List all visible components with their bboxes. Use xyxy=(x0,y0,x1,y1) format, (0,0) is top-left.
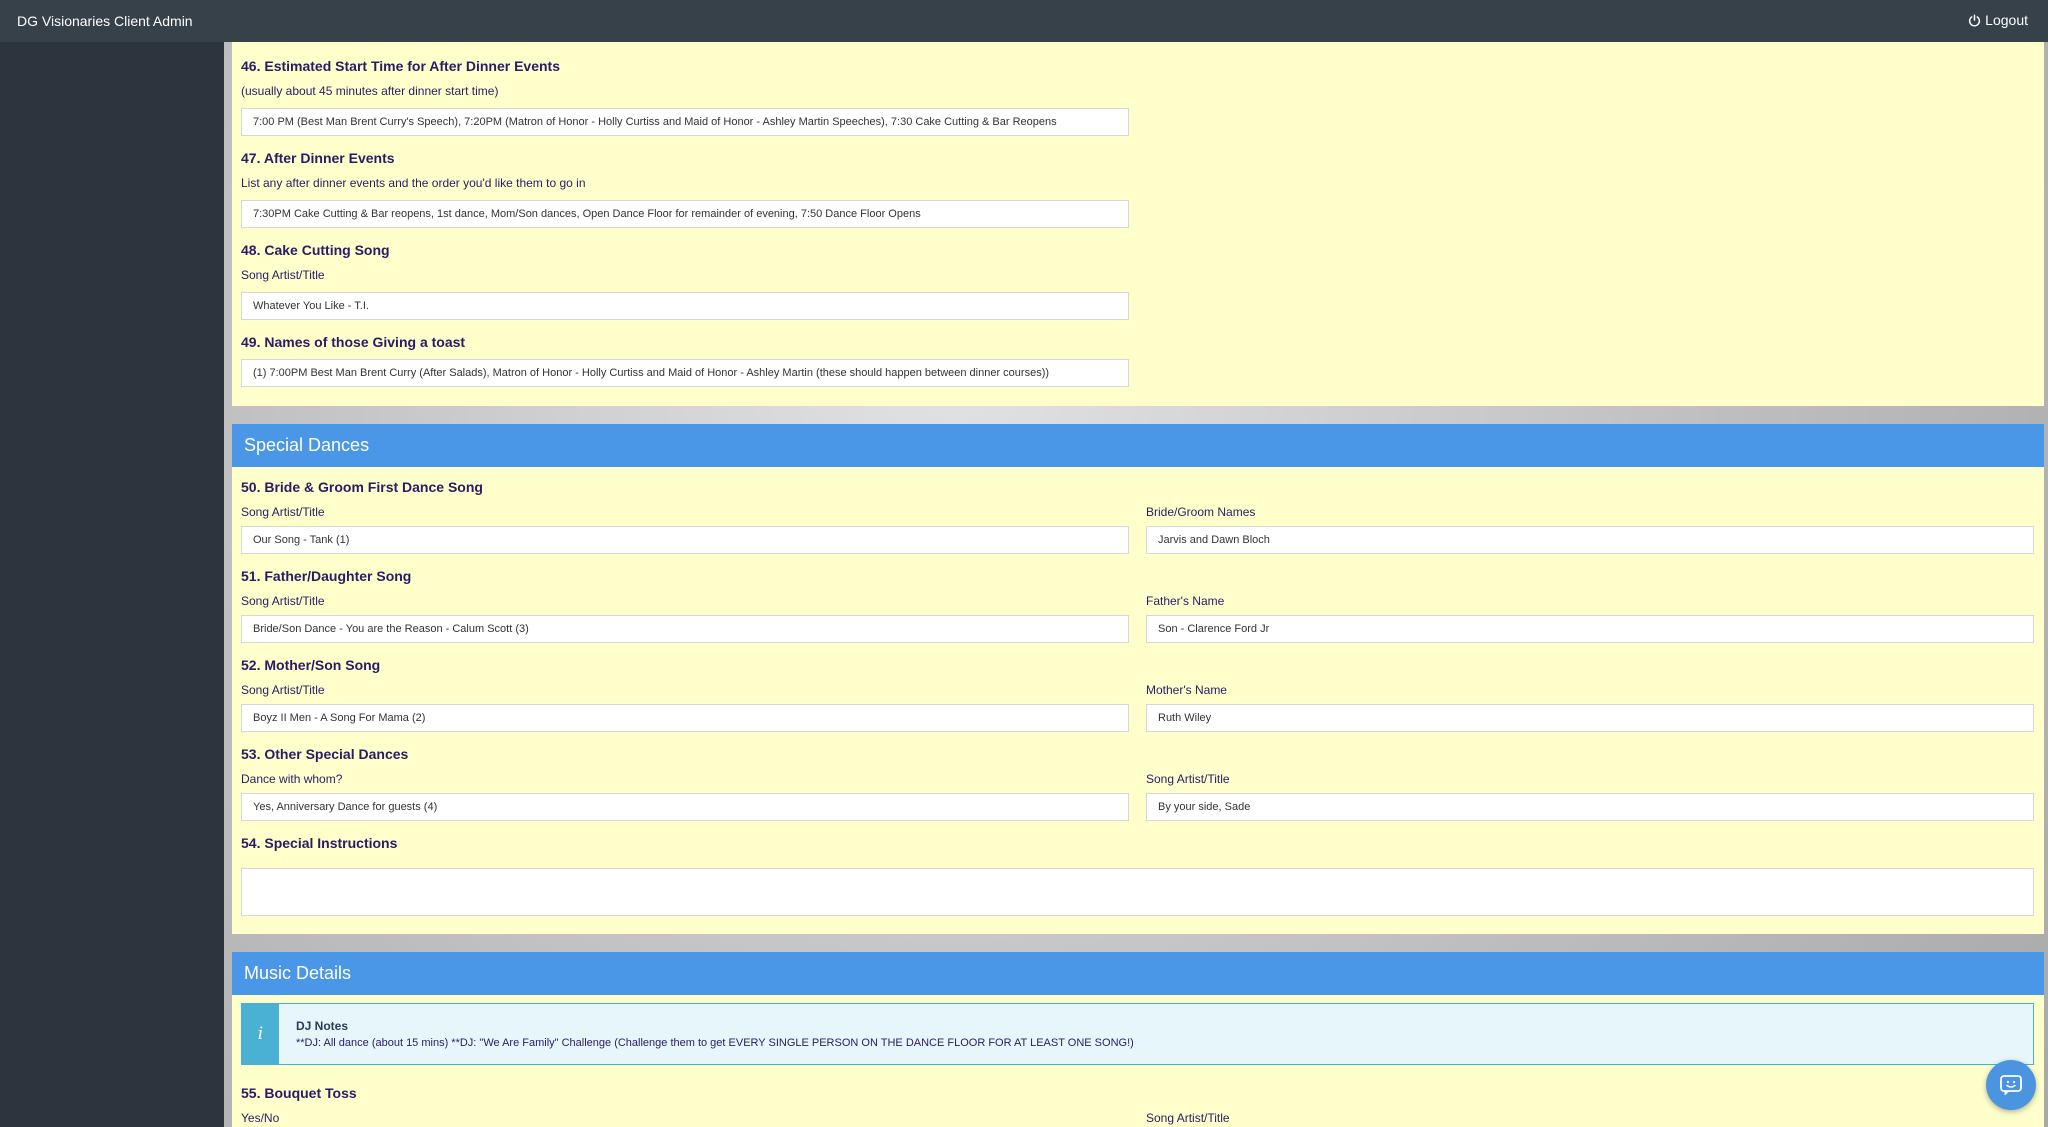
q47-title: 47. After Dinner Events xyxy=(241,150,395,166)
q51-left-label: Song Artist/Title xyxy=(241,594,325,608)
special-dances-header: Special Dances xyxy=(232,424,2044,467)
q55-title: 55. Bouquet Toss xyxy=(241,1085,357,1101)
power-icon xyxy=(1968,13,1981,27)
logout-label: Logout xyxy=(1985,12,2028,28)
q49-toast-names-field[interactable]: (1) 7:00PM Best Man Brent Curry (After S… xyxy=(241,359,1129,387)
q53-song-field[interactable]: By your side, Sade xyxy=(1146,793,2034,821)
events-panel: 46. Estimated Start Time for After Dinne… xyxy=(232,42,2044,406)
q46-subtitle: (usually about 45 minutes after dinner s… xyxy=(241,84,499,98)
q53-title: 53. Other Special Dances xyxy=(241,746,409,762)
music-details-panel: Music Details i DJ Notes **DJ: All dance… xyxy=(232,952,2044,1127)
main-content: 46. Estimated Start Time for After Dinne… xyxy=(224,42,2048,1127)
top-navbar: DG Visionaries Client Admin Logout xyxy=(0,0,2048,42)
q46-start-time-field[interactable]: 7:00 PM (Best Man Brent Curry's Speech),… xyxy=(241,108,1129,136)
q50-title: 50. Bride & Groom First Dance Song xyxy=(241,479,483,495)
q48-cake-song-field[interactable]: Whatever You Like - T.I. xyxy=(241,292,1129,320)
chat-button[interactable] xyxy=(1986,1060,2036,1110)
q52-mother-name-field[interactable]: Ruth Wiley xyxy=(1146,704,2034,732)
q52-song-field[interactable]: Boyz II Men - A Song For Mama (2) xyxy=(241,704,1129,732)
q46-title: 46. Estimated Start Time for After Dinne… xyxy=(241,58,560,74)
q51-song-field[interactable]: Bride/Son Dance - You are the Reason - C… xyxy=(241,615,1129,643)
q52-title: 52. Mother/Son Song xyxy=(241,657,381,673)
q49-title: 49. Names of those Giving a toast xyxy=(241,334,466,350)
logout-button[interactable]: Logout xyxy=(1968,12,2028,28)
q47-after-dinner-events-field[interactable]: 7:30PM Cake Cutting & Bar reopens, 1st d… xyxy=(241,200,1129,228)
q52-right-label: Mother's Name xyxy=(1146,683,1227,697)
q53-right-label: Song Artist/Title xyxy=(1146,772,1230,786)
q51-father-name-field[interactable]: Son - Clarence Ford Jr xyxy=(1146,615,2034,643)
info-icon: i xyxy=(242,1004,279,1064)
q54-special-instructions-textarea[interactable] xyxy=(241,868,2034,916)
dj-notes-title: DJ Notes xyxy=(296,1019,349,1033)
q48-title: 48. Cake Cutting Song xyxy=(241,242,390,258)
q48-subtitle: Song Artist/Title xyxy=(241,268,325,282)
q50-song-field[interactable]: Our Song - Tank (1) xyxy=(241,526,1129,554)
q50-names-field[interactable]: Jarvis and Dawn Bloch xyxy=(1146,526,2034,554)
q53-left-label: Dance with whom? xyxy=(241,772,343,786)
app-title[interactable]: DG Visionaries Client Admin xyxy=(17,13,193,29)
q55-left-label: Yes/No xyxy=(241,1111,280,1125)
q54-title: 54. Special Instructions xyxy=(241,835,398,851)
dj-notes-callout: i DJ Notes **DJ: All dance (about 15 min… xyxy=(241,1003,2034,1065)
dj-notes-text: **DJ: All dance (about 15 mins) **DJ: "W… xyxy=(296,1037,1134,1049)
q51-right-label: Father's Name xyxy=(1146,594,1225,608)
q51-title: 51. Father/Daughter Song xyxy=(241,568,412,584)
q50-right-label: Bride/Groom Names xyxy=(1146,505,1256,519)
q47-subtitle: List any after dinner events and the ord… xyxy=(241,176,586,190)
special-dances-panel: Special Dances 50. Bride & Groom First D… xyxy=(232,424,2044,934)
q53-dance-with-field[interactable]: Yes, Anniversary Dance for guests (4) xyxy=(241,793,1129,821)
q52-left-label: Song Artist/Title xyxy=(241,683,325,697)
q50-left-label: Song Artist/Title xyxy=(241,505,325,519)
q55-right-label: Song Artist/Title xyxy=(1146,1111,1230,1125)
sidebar xyxy=(0,42,224,1127)
music-details-header: Music Details xyxy=(232,952,2044,995)
